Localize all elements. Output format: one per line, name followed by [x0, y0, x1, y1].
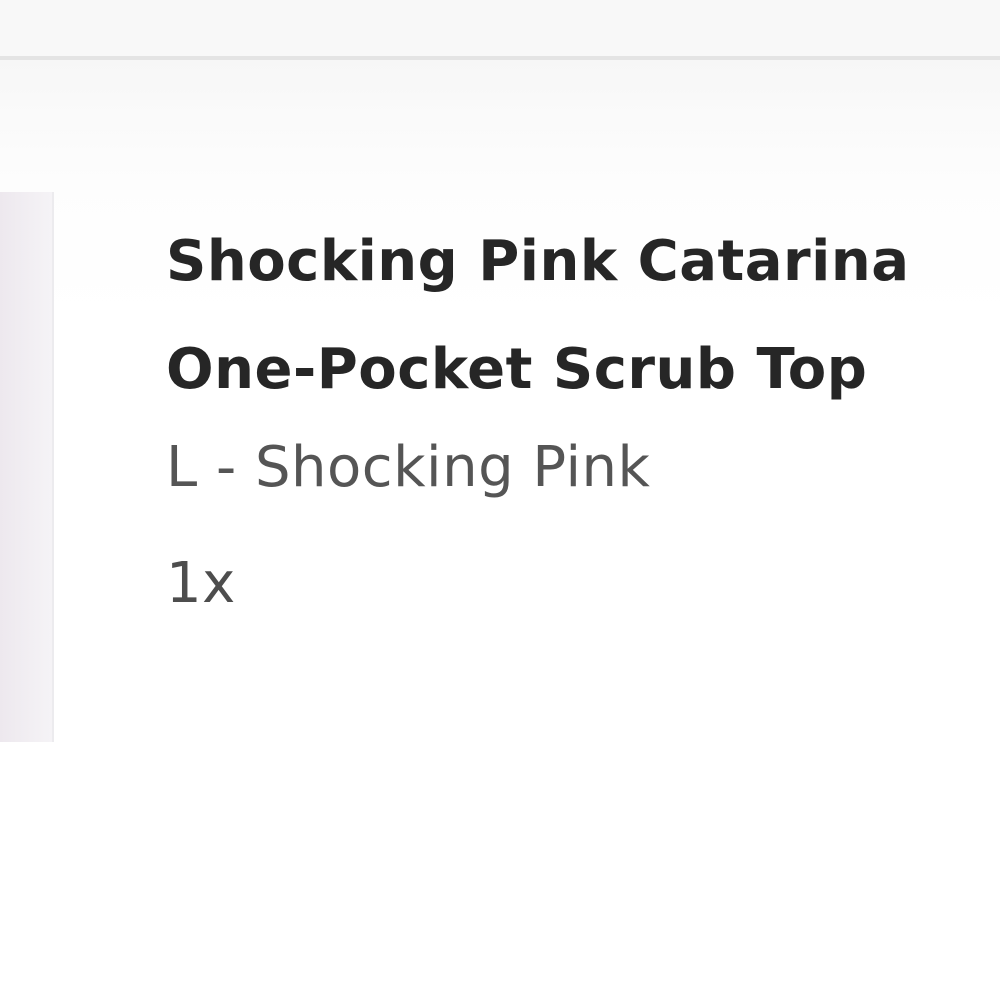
- order-summary-screen: Shocking Pink Catarina One-Pocket Scrub …: [0, 0, 1000, 1000]
- cart-item[interactable]: Shocking Pink Catarina One-Pocket Scrub …: [0, 190, 1000, 750]
- product-title[interactable]: Shocking Pink Catarina One-Pocket Scrub …: [166, 208, 1000, 424]
- product-quantity: 1x: [166, 551, 236, 616]
- product-title-line-2: One-Pocket Scrub Top: [166, 337, 868, 402]
- header-bar: [0, 0, 1000, 56]
- product-info: Shocking Pink Catarina One-Pocket Scrub …: [166, 208, 1000, 624]
- product-variant: L - Shocking Pink: [166, 435, 651, 500]
- product-title-line-1: Shocking Pink Catarina: [166, 229, 910, 294]
- product-thumbnail[interactable]: [0, 192, 54, 742]
